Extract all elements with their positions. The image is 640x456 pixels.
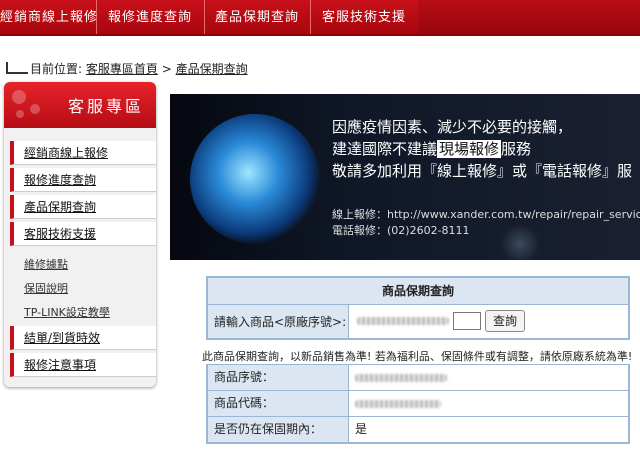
sidebar-sub-tplink-guide[interactable]: TP-LINK設定教學 <box>24 304 110 320</box>
decor-bubble-icon <box>16 110 24 118</box>
sidebar-header: 客服專區 <box>4 82 156 128</box>
sidebar-item-close-delivery[interactable]: 結單/到貨時效 <box>10 326 156 350</box>
nav-warranty-query[interactable]: 產品保期查詢 <box>204 0 311 34</box>
result-label-code: 商品代碼： <box>208 391 348 416</box>
serial-redacted <box>355 374 447 382</box>
banner-line-3: 敬請多加利用『線上報修』或『電話報修』服 <box>332 162 633 180</box>
banner-line-2b: 服務 <box>501 140 532 158</box>
warranty-query-table: 商品保期查詢 請輸入商品<原廠序號>: 查詢 <box>206 276 630 340</box>
result-table: 商品序號： 商品代碼： 是否仍在保固期內： 是 <box>206 364 630 444</box>
result-label-in-warranty: 是否仍在保固期內： <box>208 417 348 442</box>
banner-line-2: 建達國際不建議 現場報修 服務 <box>332 138 531 159</box>
result-value-in-warranty: 是 <box>348 417 628 442</box>
banner-online-repair: 線上報修：http://www.xander.com.tw/repair/rep… <box>332 208 640 221</box>
result-value-serial <box>348 365 628 390</box>
virus-image-icon <box>190 114 320 244</box>
sidebar-sub-repair-sites[interactable]: 維修據點 <box>24 256 68 272</box>
breadcrumb-home-link[interactable]: 客服專區首頁 <box>86 62 158 76</box>
table-row: 商品代碼： <box>208 390 628 416</box>
query-label: 請輸入商品<原廠序號>: <box>208 304 348 338</box>
covid-banner: 因應疫情因素、減少不必要的接觸， 建達國際不建議 現場報修 服務 敬請多加利用『線上… <box>170 94 640 260</box>
code-redacted <box>355 400 441 408</box>
query-button[interactable]: 查詢 <box>485 310 525 332</box>
banner-phone-repair: 電話報修：(02)2602-8111 <box>332 224 470 237</box>
sidebar: 客服專區 經銷商線上報修 報修進度查詢 產品保期查詢 客服技術支援 維修據點 保… <box>4 82 156 387</box>
sidebar-title: 客服專區 <box>67 97 144 116</box>
banner-highlight: 現場報修 <box>437 140 502 158</box>
virus-small-image-icon <box>500 224 540 260</box>
warranty-notice: 此商品保期查詢，以新品銷售為準! 若為福利品、保固條件或有調整，請依原廠系統為準… <box>202 350 633 363</box>
query-title: 商品保期查詢 <box>208 278 628 304</box>
breadcrumb-current-link[interactable]: 產品保期查詢 <box>176 62 248 76</box>
query-value-cell: 查詢 <box>348 304 628 338</box>
sidebar-item-repair-progress[interactable]: 報修進度查詢 <box>10 168 156 192</box>
decor-bubble-icon <box>30 104 40 114</box>
result-label-serial: 商品序號： <box>208 365 348 390</box>
nav-repair-progress[interactable]: 報修進度查詢 <box>96 0 205 34</box>
breadcrumb-prefix: 目前位置: <box>30 62 83 76</box>
banner-line-1: 因應疫情因素、減少不必要的接觸， <box>332 118 573 136</box>
nav-tech-support[interactable]: 客服技術支援 <box>310 0 419 34</box>
top-nav: 經銷商線上報修 報修進度查詢 產品保期查詢 客服技術支援 <box>0 0 640 36</box>
sidebar-sub-warranty-info[interactable]: 保固說明 <box>24 280 68 296</box>
sidebar-item-warranty-query[interactable]: 產品保期查詢 <box>10 195 156 219</box>
banner-line-2a: 建達國際不建議 <box>332 140 438 158</box>
breadcrumb: 目前位置: 客服專區首頁 > 產品保期查詢 <box>6 60 248 77</box>
serial-input[interactable] <box>453 312 481 330</box>
sidebar-item-repair-notes[interactable]: 報修注意事項 <box>10 353 156 377</box>
serial-prefix-redacted <box>357 317 449 325</box>
decor-bubble-icon <box>12 90 26 104</box>
location-icon <box>6 62 28 74</box>
nav-dealer-repair[interactable]: 經銷商線上報修 <box>0 0 97 34</box>
result-value-code <box>348 391 628 416</box>
table-row: 是否仍在保固期內： 是 <box>208 416 628 442</box>
breadcrumb-separator: > <box>161 62 172 76</box>
sidebar-item-tech-support[interactable]: 客服技術支援 <box>10 222 156 246</box>
sidebar-item-dealer-repair[interactable]: 經銷商線上報修 <box>10 141 156 165</box>
table-row: 商品序號： <box>208 364 628 390</box>
nav-filler <box>418 0 640 34</box>
